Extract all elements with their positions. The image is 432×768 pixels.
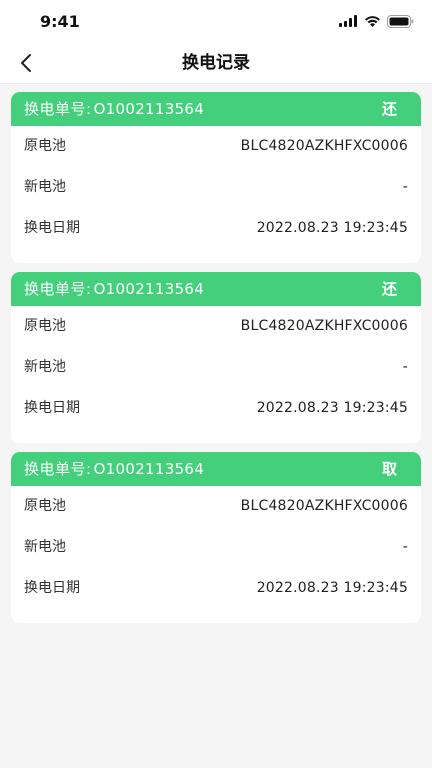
page-title: 换电记录 <box>182 53 250 73</box>
wifi-icon <box>365 16 380 27</box>
row-value: 2022.08.23 19:23:45 <box>256 220 408 236</box>
row-label: 原电池 <box>24 138 66 154</box>
card-header[interactable]: 换电单号: O1002113564 取 <box>11 452 421 486</box>
order-number-label: 换电单号: <box>24 280 92 298</box>
swap-record-list: 换电单号: O1002113564 还 原电池 BLC4820AZKHFXC000… <box>11 92 421 632</box>
swap-record-card[interactable]: 换电单号: O1002113564 还 原电池 BLC4820AZKHFXC000… <box>11 92 421 263</box>
action-tag: 还 <box>381 100 397 118</box>
order-number: O1002113564 <box>93 100 205 118</box>
row-label: 换电日期 <box>24 580 80 596</box>
row-label: 换电日期 <box>24 400 80 416</box>
row-label: 原电池 <box>24 318 66 334</box>
row-value: BLC4820AZKHFXC0006 <box>240 318 408 334</box>
swap-date-row: 换电日期 2022.08.23 19:23:45 <box>11 568 421 609</box>
row-label: 新电池 <box>24 179 66 195</box>
card-header[interactable]: 换电单号: O1002113564 还 <box>11 92 421 126</box>
row-value: BLC4820AZKHFXC0006 <box>240 138 408 154</box>
original-battery-row: 原电池 BLC4820AZKHFXC0006 <box>11 486 421 527</box>
original-battery-row: 原电池 BLC4820AZKHFXC0006 <box>11 126 421 167</box>
row-value: - <box>402 539 408 555</box>
new-battery-row: 新电池 - <box>11 527 421 568</box>
order-number-label: 换电单号: <box>24 460 92 478</box>
status-time: 9:41 <box>40 12 80 31</box>
row-label: 新电池 <box>24 539 66 555</box>
chevron-left-icon <box>21 54 31 72</box>
row-label: 新电池 <box>24 359 66 375</box>
battery-icon <box>387 14 414 28</box>
new-battery-row: 新电池 - <box>11 347 421 388</box>
action-tag: 取 <box>381 460 397 478</box>
row-value: BLC4820AZKHFXC0006 <box>240 498 408 514</box>
status-icons <box>339 14 414 28</box>
original-battery-row: 原电池 BLC4820AZKHFXC0006 <box>11 306 421 347</box>
row-label: 原电池 <box>24 498 66 514</box>
row-label: 换电日期 <box>24 220 80 236</box>
new-battery-row: 新电池 - <box>11 167 421 208</box>
nav-bar: 换电记录 <box>0 42 432 84</box>
order-number: O1002113564 <box>93 460 205 478</box>
swap-record-card[interactable]: 换电单号: O1002113564 还 原电池 BLC4820AZKHFXC000… <box>11 272 421 443</box>
card-header[interactable]: 换电单号: O1002113564 还 <box>11 272 421 306</box>
order-number: O1002113564 <box>93 280 205 298</box>
row-value: 2022.08.23 19:23:45 <box>256 580 408 596</box>
row-value: - <box>402 359 408 375</box>
action-tag: 还 <box>381 280 397 298</box>
order-number-label: 换电单号: <box>24 100 92 118</box>
row-value: - <box>402 179 408 195</box>
cellular-signal-icon <box>339 15 357 27</box>
swap-date-row: 换电日期 2022.08.23 19:23:45 <box>11 208 421 249</box>
status-bar: 9:41 <box>0 0 432 42</box>
swap-record-card[interactable]: 换电单号: O1002113564 取 原电池 BLC4820AZKHFXC000… <box>11 452 421 623</box>
row-value: 2022.08.23 19:23:45 <box>256 400 408 416</box>
swap-date-row: 换电日期 2022.08.23 19:23:45 <box>11 388 421 429</box>
back-button[interactable] <box>12 50 40 76</box>
